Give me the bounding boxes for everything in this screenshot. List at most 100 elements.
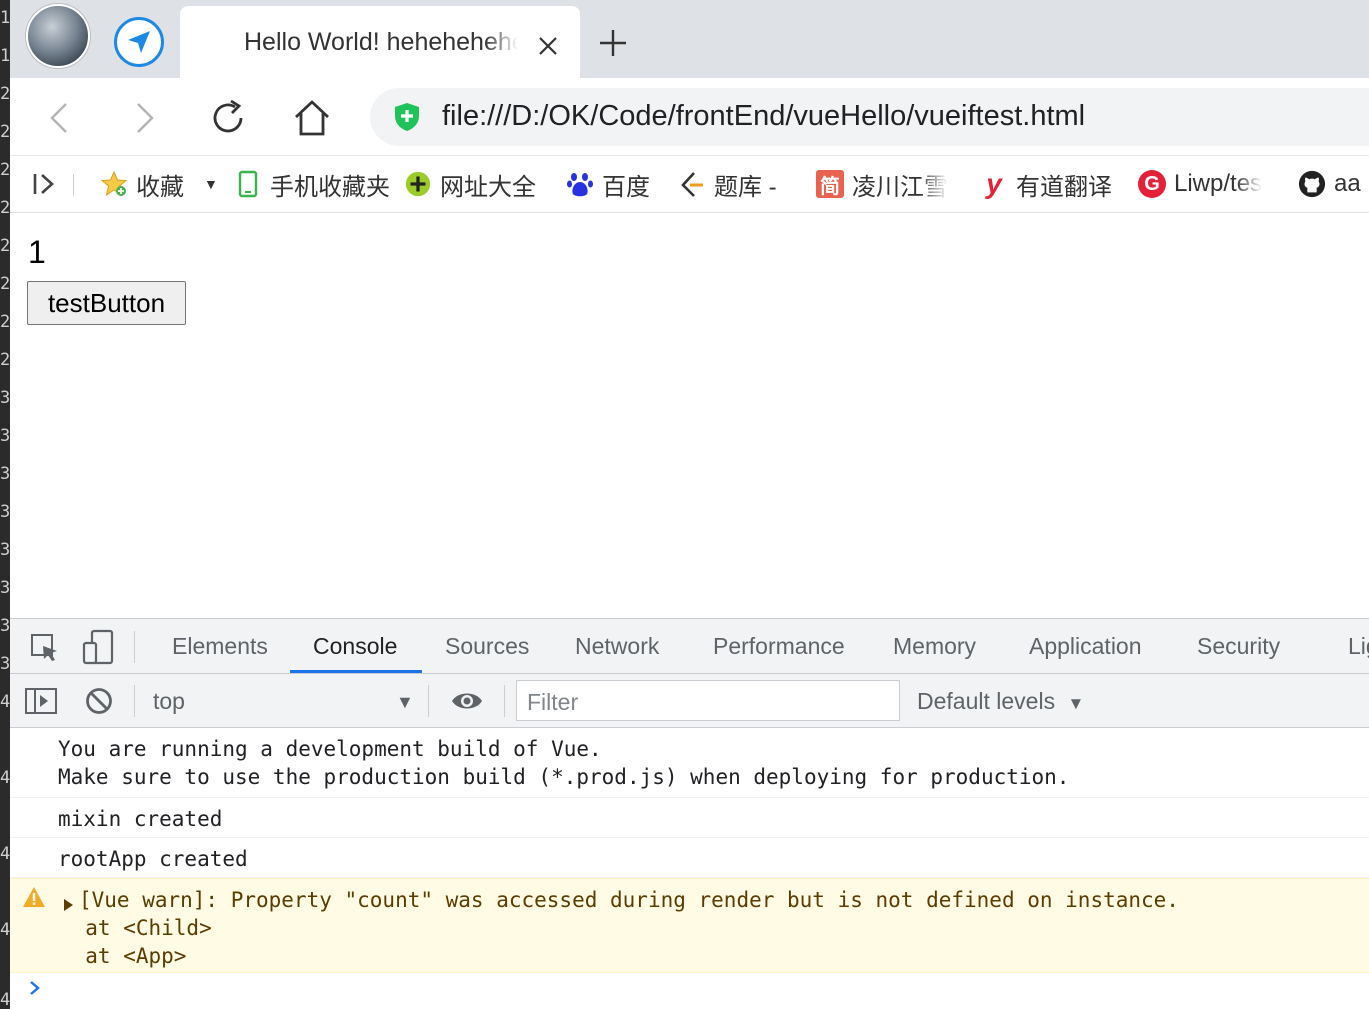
gutter-number: 3: [0, 464, 10, 484]
screen: 1 1 2 2 2 2 2 2 2 2 3 3 3 3 3 3 3 3 4 4 …: [0, 0, 1369, 1009]
reload-icon[interactable]: [208, 98, 248, 138]
log-levels-dropdown[interactable]: Default levels ▼: [917, 688, 1084, 715]
chevron-left-icon[interactable]: [40, 98, 80, 138]
console-warning: [Vue warn]: Property "count" was accesse…: [10, 878, 1369, 973]
gutter-number: 3: [0, 426, 10, 446]
tab-lighthouse[interactable]: Lig: [1348, 633, 1369, 660]
console-messages: You are running a development build of V…: [10, 728, 1369, 1009]
inspect-element-icon[interactable]: [30, 633, 60, 663]
page-content: 1 testButton: [10, 214, 1369, 618]
plus-circle-icon: [404, 170, 432, 198]
gutter-number: 2: [0, 198, 10, 218]
bookmark-mobile[interactable]: 手机收藏夹: [234, 168, 390, 201]
sidebar-toggle-icon[interactable]: [32, 168, 58, 200]
bookmark-favorites[interactable]: 收藏 ▼: [100, 168, 218, 201]
home-icon[interactable]: [292, 98, 332, 138]
gutter-number: 4: [0, 768, 10, 788]
bookmark-baidu[interactable]: 百度: [566, 168, 650, 201]
gutter-number: 3: [0, 578, 10, 598]
shield-icon: [392, 102, 422, 132]
gutter-number: 4: [0, 990, 10, 1009]
tab-memory[interactable]: Memory: [893, 633, 976, 660]
console-message: You are running a development build of V…: [10, 728, 1369, 798]
bookmark-liwp[interactable]: G Liwp/tes: [1138, 168, 1262, 200]
gutter-number: 1: [0, 46, 10, 66]
chevron-down-icon[interactable]: ▼: [396, 692, 414, 713]
message-line: rootApp created: [58, 847, 248, 871]
gutter-number: 2: [0, 350, 10, 370]
message-line: [Vue warn]: Property "count" was accesse…: [79, 888, 1179, 912]
divider: [428, 685, 429, 717]
tiku-icon: [678, 170, 706, 198]
chevron-down-icon[interactable]: ▼: [204, 176, 218, 192]
tab-console[interactable]: Console: [313, 633, 397, 660]
bookmark-label: 凌川江雪: [852, 173, 948, 201]
device-toolbar-icon[interactable]: [82, 629, 114, 665]
gutter-number: 2: [0, 84, 10, 104]
plus-icon[interactable]: [598, 28, 628, 58]
active-tab-indicator: [290, 670, 422, 673]
gutter-number: 4: [0, 844, 10, 864]
tab-performance[interactable]: Performance: [713, 633, 845, 660]
divider: [504, 685, 505, 717]
gutter-number: 4: [0, 692, 10, 712]
bookmark-url-directory[interactable]: 网址大全: [404, 168, 536, 201]
gutter-number: 1: [0, 8, 10, 28]
bookmark-aa[interactable]: aa: [1298, 168, 1361, 200]
sidebar-toggle-icon[interactable]: [24, 686, 58, 716]
console-prompt-icon[interactable]: [26, 978, 44, 996]
tab-sources[interactable]: Sources: [445, 633, 529, 660]
chevron-right-icon[interactable]: [124, 98, 164, 138]
gutter-number: 3: [0, 540, 10, 560]
gutter-number: 4: [0, 920, 10, 940]
gutter-number: 2: [0, 236, 10, 256]
send-arrow-icon[interactable]: [114, 17, 164, 67]
eye-icon[interactable]: [450, 688, 484, 714]
chevron-down-icon: ▼: [1067, 694, 1085, 713]
youdao-icon: y: [986, 168, 1002, 199]
tab-active[interactable]: Hello World! hehehehehe: [180, 6, 580, 78]
gutter-number: 2: [0, 160, 10, 180]
tab-network[interactable]: Network: [575, 633, 659, 660]
g-icon: G: [1138, 170, 1166, 198]
close-icon[interactable]: [536, 34, 560, 58]
address-bar[interactable]: file:///D:/OK/Code/frontEnd/vueHello/vue…: [370, 88, 1369, 146]
expand-triangle-icon[interactable]: [62, 893, 74, 911]
context-selector[interactable]: top: [153, 688, 185, 715]
message-line: at <Child>: [60, 916, 212, 940]
bookmark-label: 百度: [602, 173, 650, 201]
bookmark-label: 网址大全: [440, 173, 536, 201]
divider: [73, 174, 74, 196]
devtools-panel: Elements Console Sources Network Perform…: [10, 618, 1369, 1009]
gutter-number: 2: [0, 312, 10, 332]
bookmark-label: Liwp/tes: [1174, 170, 1263, 197]
toolbar: file:///D:/OK/Code/frontEnd/vueHello/vue…: [10, 78, 1369, 156]
github-icon: [1298, 170, 1326, 198]
console-message: mixin created: [10, 798, 1369, 838]
profile-avatar[interactable]: [26, 4, 90, 68]
gutter-number: 2: [0, 122, 10, 142]
warning-icon: [22, 886, 46, 908]
bookmark-youdao[interactable]: y 有道翻译: [980, 168, 1112, 201]
gutter-number: 3: [0, 616, 10, 636]
test-button[interactable]: testButton: [27, 281, 186, 325]
browser-window: Hello World! hehehehehe file:///D:/OK/Co…: [10, 0, 1369, 1009]
tab-strip: Hello World! hehehehehe: [10, 0, 1369, 78]
tab-security[interactable]: Security: [1197, 633, 1280, 660]
editor-gutter: 1 1 2 2 2 2 2 2 2 2 3 3 3 3 3 3 3 3 4 4 …: [0, 0, 10, 1009]
tab-elements[interactable]: Elements: [172, 633, 268, 660]
url-text: file:///D:/OK/Code/frontEnd/vueHello/vue…: [442, 100, 1086, 132]
tab-application[interactable]: Application: [1029, 633, 1142, 660]
bookmark-lingchuan[interactable]: 简 凌川江雪: [816, 168, 948, 201]
bookmark-label: 收藏: [136, 173, 184, 201]
divider: [134, 631, 135, 663]
phone-icon: [234, 170, 262, 198]
baidu-paw-icon: [566, 170, 594, 198]
bookmark-tiku[interactable]: 题库 -: [678, 168, 777, 201]
console-toolbar: top ▼ Filter Default levels ▼: [10, 674, 1369, 728]
jian-icon: 简: [816, 170, 844, 198]
clear-console-icon[interactable]: [84, 686, 114, 716]
bookmarks-bar: 收藏 ▼ 手机收藏夹 网址大全 百度 题库 - 简 凌川江雪 y 有道翻译 G …: [10, 156, 1369, 213]
filter-input[interactable]: Filter: [516, 680, 900, 721]
bookmark-label: aa: [1334, 170, 1361, 197]
